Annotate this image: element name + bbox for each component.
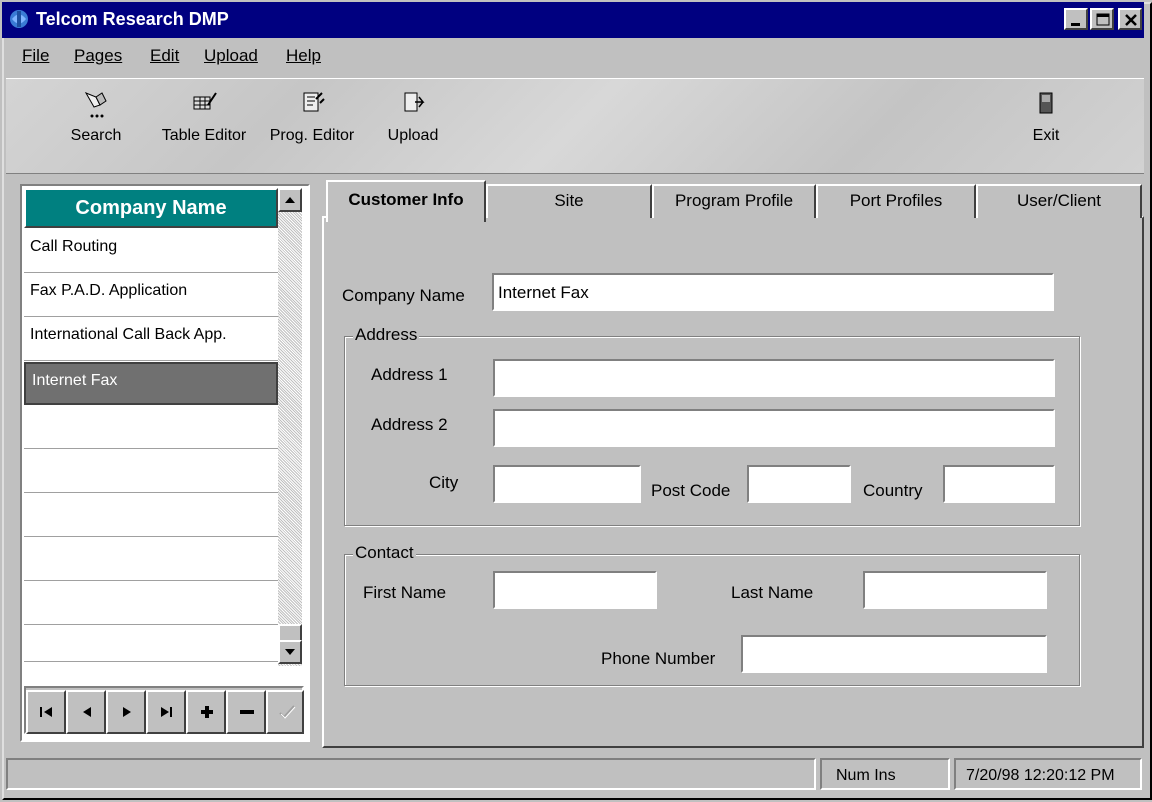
tab-program-profile[interactable]: Program Profile <box>652 184 816 218</box>
address2-field[interactable] <box>493 409 1055 447</box>
table-edit-icon <box>193 92 217 110</box>
first-record-icon <box>40 707 52 717</box>
search-button[interactable]: Search <box>56 89 136 165</box>
upload-button[interactable]: Upload <box>378 89 448 165</box>
minimize-button[interactable] <box>1064 8 1088 30</box>
status-keys: Num Ins <box>820 758 950 790</box>
company-list-header[interactable]: Company Name <box>24 188 278 228</box>
list-item-empty[interactable] <box>24 626 278 662</box>
address1-label: Address 1 <box>371 365 448 384</box>
postcode-field[interactable] <box>747 465 851 503</box>
delete-record-button[interactable] <box>226 690 266 734</box>
prior-record-button[interactable] <box>66 690 106 734</box>
list-item-empty[interactable] <box>24 494 278 537</box>
menu-upload[interactable]: Upload <box>204 46 258 66</box>
tab-site[interactable]: Site <box>486 184 652 218</box>
address2-label: Address 2 <box>371 415 448 434</box>
list-item-empty[interactable] <box>24 538 278 581</box>
door-exit-icon <box>1039 92 1053 114</box>
toolbar: Search Table Editor Prog. Editor Upload … <box>6 78 1144 174</box>
close-button[interactable] <box>1118 8 1142 30</box>
program-edit-icon <box>303 92 325 112</box>
address1-field[interactable] <box>493 359 1055 397</box>
country-label: Country <box>863 481 923 500</box>
company-name-label: Company Name <box>342 286 465 305</box>
contact-groupbox: Contact First Name Last Name Phone Numbe… <box>344 543 1080 686</box>
list-scrollbar[interactable] <box>278 188 302 666</box>
next-record-icon <box>123 707 131 717</box>
window-title: Telcom Research DMP <box>36 9 229 29</box>
list-item[interactable]: Fax P.A.D. Application <box>24 274 278 317</box>
first-record-button[interactable] <box>26 690 66 734</box>
next-record-button[interactable] <box>106 690 146 734</box>
flashlight-icon <box>84 92 107 118</box>
company-name-field[interactable]: Internet Fax <box>492 273 1054 311</box>
record-navigator <box>24 686 304 734</box>
status-datetime: 7/20/98 12:20:12 PM <box>954 758 1142 790</box>
insert-record-button[interactable] <box>186 690 226 734</box>
list-item-selected[interactable]: Internet Fax <box>24 362 278 405</box>
tab-customer-info[interactable]: Customer Info <box>326 180 486 222</box>
status-bar: Num Ins 7/20/98 12:20:12 PM <box>2 756 1144 792</box>
maximize-button[interactable] <box>1090 8 1114 30</box>
list-item-empty[interactable] <box>24 582 278 625</box>
menu-file[interactable]: File <box>22 46 49 66</box>
checkmark-icon <box>279 705 296 719</box>
list-item[interactable]: International Call Back App. <box>24 318 278 361</box>
menu-pages[interactable]: Pages <box>74 46 122 66</box>
company-list-panel: Company Name Call Routing Fax P.A.D. App… <box>20 184 310 742</box>
postcode-label: Post Code <box>651 481 731 500</box>
phone-number-label: Phone Number <box>601 649 716 668</box>
first-name-field[interactable] <box>493 571 657 609</box>
scroll-down-button[interactable] <box>278 640 302 664</box>
last-name-label: Last Name <box>731 583 814 602</box>
list-item-empty[interactable] <box>24 450 278 493</box>
menu-bar: File Pages Edit Upload Help <box>2 42 1144 70</box>
app-logo-icon <box>10 10 28 28</box>
country-field[interactable] <box>943 465 1055 503</box>
last-record-button[interactable] <box>146 690 186 734</box>
upload-icon <box>404 92 425 112</box>
last-name-field[interactable] <box>863 571 1047 609</box>
city-label: City <box>429 473 459 492</box>
prog-editor-button[interactable]: Prog. Editor <box>262 89 362 165</box>
arrow-up-icon <box>285 197 295 203</box>
title-bar[interactable]: Telcom Research DMP <box>2 2 1144 38</box>
menu-edit[interactable]: Edit <box>150 46 179 66</box>
tab-user-client[interactable]: User/Client <box>976 184 1142 218</box>
minimize-icon <box>1071 23 1080 26</box>
tab-control: Company Name Internet Fax Address Addres… <box>322 180 1144 748</box>
close-icon <box>1125 14 1137 26</box>
list-item-empty[interactable] <box>24 406 278 449</box>
post-record-button[interactable] <box>266 690 304 734</box>
minus-icon <box>240 710 254 714</box>
scroll-up-button[interactable] <box>278 188 302 212</box>
customer-info-page: Company Name Internet Fax Address Addres… <box>322 216 1144 748</box>
plus-icon <box>201 706 213 718</box>
city-field[interactable] <box>493 465 641 503</box>
address-group-title: Address <box>353 325 420 345</box>
list-item[interactable]: Call Routing <box>24 230 278 273</box>
maximize-icon <box>1096 13 1110 26</box>
last-record-icon <box>161 707 172 717</box>
tab-port-profiles[interactable]: Port Profiles <box>816 184 976 218</box>
menu-help[interactable]: Help <box>286 46 321 66</box>
status-message <box>6 758 816 790</box>
address-groupbox: Address Address 1 Address 2 City Post Co… <box>344 325 1080 526</box>
arrow-down-icon <box>285 649 295 655</box>
first-name-label: First Name <box>363 583 447 602</box>
table-editor-button[interactable]: Table Editor <box>148 89 260 165</box>
prior-record-icon <box>83 707 91 717</box>
exit-button[interactable]: Exit <box>1024 89 1068 165</box>
contact-group-title: Contact <box>353 543 416 563</box>
phone-number-field[interactable] <box>741 635 1047 673</box>
